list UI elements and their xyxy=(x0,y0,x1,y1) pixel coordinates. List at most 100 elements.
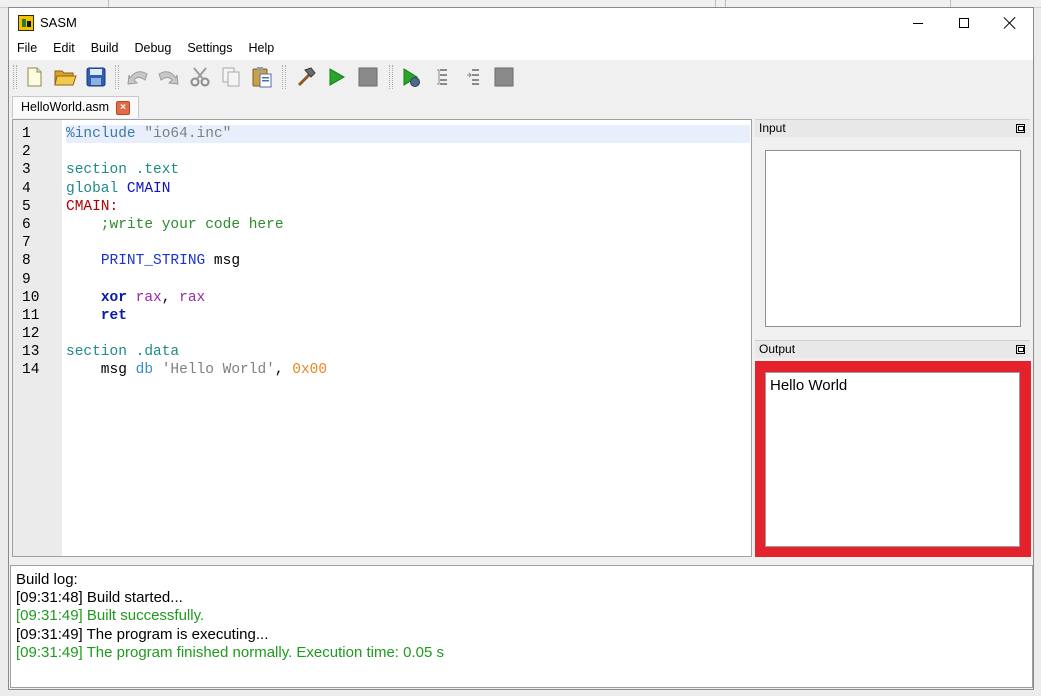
sasm-window: SASM File Edit Build Debug Settings Help xyxy=(8,7,1034,690)
line-number: 5 xyxy=(22,198,31,215)
code-token: xor xyxy=(100,289,127,306)
toolbar xyxy=(9,60,1033,94)
step-over-icon xyxy=(437,69,447,85)
menu-settings[interactable]: Settings xyxy=(179,38,240,60)
menu-help[interactable]: Help xyxy=(241,38,283,60)
menu-debug[interactable]: Debug xyxy=(127,38,180,60)
code-line: ;write your code here xyxy=(66,216,750,234)
build-log-line: [09:31:48] Build started... xyxy=(16,589,183,607)
run-icon xyxy=(329,68,346,86)
code-token: 0x00 xyxy=(292,362,328,379)
build-log-line: [09:31:49] The program is executing... xyxy=(16,625,269,643)
code-line: msg db 'Hello World', 0x00 xyxy=(66,361,750,379)
code-token: , xyxy=(161,289,180,306)
close-icon xyxy=(1003,16,1017,30)
open-file-button[interactable] xyxy=(52,64,78,90)
code-line: section .text xyxy=(66,161,750,179)
code-token: CMAIN xyxy=(126,180,171,197)
build-log[interactable]: Build log: [09:31:48] Build started... [09… xyxy=(10,565,1033,688)
code-token: %include xyxy=(66,126,145,142)
tab-close-button[interactable]: × xyxy=(116,101,130,115)
copy-icon xyxy=(222,67,240,87)
code-token: msg xyxy=(66,362,136,379)
window-title: SASM xyxy=(40,15,77,30)
menu-file[interactable]: File xyxy=(9,38,45,60)
line-number: 7 xyxy=(22,235,31,252)
code-text-area[interactable]: %include "io64.inc" section .text global C… xyxy=(66,125,750,380)
line-number: 9 xyxy=(22,271,31,288)
code-token: , xyxy=(274,362,293,379)
output-textbox[interactable]: Hello World xyxy=(765,372,1020,547)
undock-icon[interactable] xyxy=(1016,124,1025,133)
toolbar-grip[interactable] xyxy=(115,65,119,89)
step-into-button[interactable] xyxy=(461,64,487,90)
cut-button[interactable] xyxy=(187,64,213,90)
debug-stop-button[interactable] xyxy=(491,64,517,90)
line-number: 12 xyxy=(22,326,40,343)
line-numbers: 1 2 3 4 5 6 7 8 9 10 11 12 13 14 xyxy=(13,125,62,380)
line-number: 6 xyxy=(22,216,31,233)
undock-icon[interactable] xyxy=(1016,345,1025,354)
build-button[interactable] xyxy=(293,64,319,90)
new-file-icon xyxy=(27,67,42,87)
title-bar[interactable]: SASM xyxy=(9,8,1033,38)
output-panel-header: Output xyxy=(755,340,1030,358)
input-panel-title: Input xyxy=(759,121,786,135)
code-line: xor rax, rax xyxy=(66,289,750,307)
minimize-button[interactable] xyxy=(895,8,941,38)
paste-button[interactable] xyxy=(249,64,275,90)
menu-edit[interactable]: Edit xyxy=(45,38,83,60)
paste-icon xyxy=(252,67,272,88)
build-log-line: Build log: xyxy=(16,571,78,588)
output-highlight-frame: Hello World xyxy=(755,361,1031,557)
code-line: global CMAIN xyxy=(66,180,750,198)
line-number: 4 xyxy=(22,180,31,197)
build-hammer-icon xyxy=(297,67,316,87)
line-number: 3 xyxy=(22,162,31,179)
line-number: 1 xyxy=(22,126,31,142)
code-token: 'Hello World' xyxy=(161,362,275,379)
code-token: section .data xyxy=(66,344,180,361)
line-number: 10 xyxy=(22,289,40,306)
code-editor[interactable]: 1 2 3 4 5 6 7 8 9 10 11 12 13 14 %include "io64.inc" s… xyxy=(12,119,752,557)
stop-button[interactable] xyxy=(355,64,381,90)
line-number: 2 xyxy=(22,144,31,161)
toolbar-grip[interactable] xyxy=(13,65,17,89)
code-token: global xyxy=(66,180,127,197)
code-token: db xyxy=(135,362,154,379)
redo-button[interactable] xyxy=(155,64,181,90)
run-button[interactable] xyxy=(323,64,349,90)
menu-bar: File Edit Build Debug Settings Help xyxy=(9,38,1033,60)
copy-button[interactable] xyxy=(218,64,244,90)
menu-build[interactable]: Build xyxy=(83,38,127,60)
open-folder-icon xyxy=(54,70,77,86)
close-window-button[interactable] xyxy=(987,8,1033,38)
cut-icon xyxy=(190,67,210,87)
code-token: rax xyxy=(135,289,162,306)
debug-button[interactable] xyxy=(398,64,424,90)
save-button[interactable] xyxy=(83,64,109,90)
debug-stop-icon xyxy=(494,67,514,87)
code-line: ret xyxy=(66,307,750,325)
tab-helloworld-asm[interactable]: HelloWorld.asm × xyxy=(12,96,139,118)
undo-icon xyxy=(127,71,148,85)
new-file-button[interactable] xyxy=(21,64,47,90)
input-textbox[interactable] xyxy=(765,150,1021,327)
line-number-gutter: 1 2 3 4 5 6 7 8 9 10 11 12 13 14 xyxy=(13,120,62,556)
code-token: "io64.inc" xyxy=(144,126,232,142)
line-number: 13 xyxy=(22,344,40,361)
maximize-button[interactable] xyxy=(941,8,987,38)
toolbar-grip[interactable] xyxy=(282,65,286,89)
code-token: ret xyxy=(100,307,127,324)
code-line: CMAIN: xyxy=(66,198,750,216)
toolbar-grip[interactable] xyxy=(389,65,393,89)
undo-button[interactable] xyxy=(125,64,151,90)
maximize-icon xyxy=(959,18,969,28)
build-log-line: [09:31:49] The program finished normally… xyxy=(16,643,445,661)
step-over-button[interactable] xyxy=(430,64,456,90)
line-number: 8 xyxy=(22,253,31,270)
